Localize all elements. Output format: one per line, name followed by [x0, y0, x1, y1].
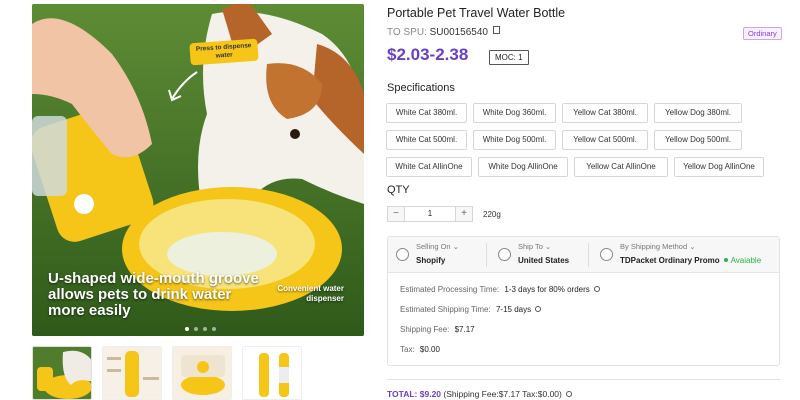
processing-time-line: Estimated Processing Time: 1-3 days for … [400, 285, 600, 294]
shipping-header: Selling On ⌄ Shopify Ship To ⌄ United St… [388, 237, 779, 273]
thumbnail[interactable] [172, 346, 232, 400]
spec-row: White Cat 500ml. White Dog 500ml. Yellow… [386, 130, 742, 150]
copy-icon[interactable] [492, 26, 500, 34]
info-icon[interactable] [566, 391, 573, 397]
shipping-time-value: 7-15 days [495, 305, 532, 314]
price-range: $2.03-2.38 [387, 45, 469, 64]
spec-option[interactable]: White Cat AllinOne [386, 157, 472, 177]
shipping-fee-line: Shipping Fee: $7.17 [400, 325, 475, 334]
info-icon[interactable] [535, 306, 542, 312]
tax-line: Tax: $0.00 [400, 345, 440, 354]
spu-line: TO SPU: SU00156540 [387, 26, 500, 38]
tax-label: Tax: [400, 345, 415, 354]
carousel-dot[interactable] [194, 327, 198, 331]
carousel-dots [185, 327, 216, 331]
processing-time-label: Estimated Processing Time: [400, 285, 500, 294]
qty-label: QTY [387, 184, 410, 196]
shipping-method-label: By Shipping Method [620, 242, 688, 251]
spec-option[interactable]: Yellow Cat AllinOne [574, 157, 668, 177]
divider [588, 243, 589, 267]
feature-subcaption: Convenient water dispenser [277, 284, 344, 303]
total-detail: (Shipping Fee:$7.17 Tax:$0.00) [443, 389, 562, 399]
store-icon [396, 248, 409, 261]
spec-option[interactable]: White Cat 380ml. [386, 103, 467, 123]
selling-on-label: Selling On [416, 242, 451, 251]
status-badge: Ordinary [743, 27, 782, 40]
spec-row: White Cat AllinOne White Dog AllinOne Ye… [386, 157, 764, 177]
shipping-fee-label: Shipping Fee: [400, 325, 450, 334]
divider [486, 243, 487, 267]
ship-to-selector[interactable]: Ship To ⌄ United States [518, 242, 569, 265]
shipping-method-icon [600, 248, 613, 261]
shipping-panel: Selling On ⌄ Shopify Ship To ⌄ United St… [387, 236, 780, 366]
decrease-button[interactable]: − [387, 206, 405, 222]
thumbnail-strip [32, 346, 302, 400]
total-value: $9.20 [419, 389, 442, 399]
thumbnail[interactable] [242, 346, 302, 400]
moc-badge: MOC: 1 [489, 50, 529, 65]
processing-time-value: 1-3 days for 80% orders [504, 285, 590, 294]
shipping-method-selector[interactable]: By Shipping Method ⌄ TDPacket Ordinary P… [620, 242, 761, 265]
shipping-method-value: TDPacket Ordinary Promo [620, 256, 720, 265]
ship-to-label: Ship To [518, 242, 543, 251]
divider [387, 379, 780, 380]
total-line: TOTAL: $9.20 (Shipping Fee:$7.17 Tax:$0.… [387, 389, 573, 399]
spec-option[interactable]: White Dog 360ml. [473, 103, 556, 123]
total-label: TOTAL: [387, 389, 418, 399]
spec-option[interactable]: White Cat 500ml. [386, 130, 467, 150]
carousel-dot[interactable] [203, 327, 207, 331]
spec-option[interactable]: Yellow Cat 500ml. [562, 130, 648, 150]
spec-option[interactable]: White Dog 500ml. [473, 130, 556, 150]
carousel-dot[interactable] [185, 327, 189, 331]
availability-status: Avaiable [730, 256, 762, 265]
chevron-down-icon: ⌄ [544, 242, 552, 251]
feature-caption: U-shaped wide-mouth groove allows pets t… [48, 270, 259, 319]
ship-to-value: United States [518, 256, 570, 265]
spu-label: TO SPU: [387, 27, 427, 38]
quantity-input[interactable]: 1 [405, 206, 455, 222]
selling-on-value: Shopify [416, 256, 446, 265]
spu-value: SU00156540 [429, 27, 488, 38]
tax-value: $0.00 [419, 345, 440, 354]
quantity-stepper: − 1 + 220g [387, 206, 501, 222]
spec-row: White Cat 380ml. White Dog 360ml. Yellow… [386, 103, 742, 123]
truck-icon [498, 248, 511, 261]
product-title: Portable Pet Travel Water Bottle [387, 6, 566, 20]
shipping-time-label: Estimated Shipping Time: [400, 305, 491, 314]
shipping-fee-value: $7.17 [454, 325, 475, 334]
weight-value: 220g [483, 209, 501, 219]
main-product-image[interactable]: Press to dispense water U-shaped wide-mo… [32, 4, 364, 336]
spec-option[interactable]: Yellow Cat 380ml. [562, 103, 648, 123]
spec-option[interactable]: Yellow Dog 500ml. [654, 130, 742, 150]
thumbnail[interactable] [32, 346, 92, 400]
spec-option[interactable]: Yellow Dog 380ml. [654, 103, 742, 123]
chevron-down-icon: ⌄ [452, 242, 459, 251]
selling-on-selector[interactable]: Selling On ⌄ Shopify [416, 242, 459, 265]
increase-button[interactable]: + [455, 206, 473, 222]
spec-option[interactable]: Yellow Dog AllinOne [674, 157, 764, 177]
dispense-callout: Press to dispense water [189, 38, 259, 66]
spec-option[interactable]: White Dog AllinOne [478, 157, 568, 177]
shipping-time-line: Estimated Shipping Time: 7-15 days [400, 305, 542, 314]
specifications-label: Specifications [387, 82, 455, 94]
chevron-down-icon: ⌄ [689, 242, 696, 251]
available-dot-icon [723, 258, 728, 262]
carousel-dot[interactable] [212, 327, 216, 331]
info-icon[interactable] [594, 286, 600, 292]
thumbnail[interactable] [102, 346, 162, 400]
